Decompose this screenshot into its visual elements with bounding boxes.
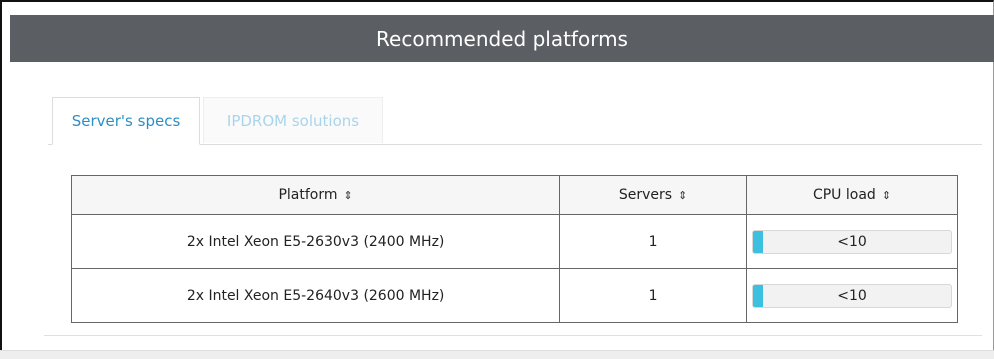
table-row: 2x Intel Xeon E5-2630v3 (2400 MHz) 1 <10 <box>70 214 958 269</box>
table-row: 2x Intel Xeon E5-2640v3 (2600 MHz) 1 <10 <box>70 268 958 323</box>
tab-label: Server's specs <box>71 112 181 130</box>
page-title: Recommended platforms <box>376 26 628 51</box>
column-header-label: Platform <box>278 187 338 203</box>
table-header-row: Platform ⇕ Servers ⇕ CPU load ⇕ <box>70 175 958 215</box>
tab-label: IPDROM solutions <box>226 111 360 130</box>
platforms-table: Platform ⇕ Servers ⇕ CPU load ⇕ 2x Intel Xe… <box>70 175 958 323</box>
cpu-load-bar: <10 <box>752 283 952 308</box>
content-divider <box>44 335 982 336</box>
servers-cell: 1 <box>559 268 747 323</box>
cpu-load-value: <10 <box>837 287 867 304</box>
column-header-label: Servers <box>618 187 673 203</box>
cpu-load-cell: <10 <box>746 268 958 323</box>
platform-cell: 2x Intel Xeon E5-2640v3 (2600 MHz) <box>70 268 561 323</box>
sort-icon[interactable]: ⇕ <box>678 189 687 202</box>
cpu-load-cell: <10 <box>746 214 958 269</box>
column-header-label: CPU load <box>812 187 876 203</box>
sort-icon[interactable]: ⇕ <box>882 189 891 202</box>
servers-cell: 1 <box>559 214 747 269</box>
platform-cell: 2x Intel Xeon E5-2630v3 (2400 MHz) <box>70 214 561 269</box>
sort-icon[interactable]: ⇕ <box>344 189 353 202</box>
tab-servers-specs[interactable]: Server's specs <box>52 97 200 145</box>
tab-bar: Server's specs IPDROM solutions <box>48 97 982 145</box>
column-header-platform[interactable]: Platform ⇕ <box>70 175 561 215</box>
page-header: Recommended platforms <box>10 15 994 62</box>
cpu-load-value: <10 <box>837 233 867 250</box>
cpu-load-bar: <10 <box>752 229 952 254</box>
column-header-cpu-load[interactable]: CPU load ⇕ <box>746 175 958 215</box>
column-header-servers[interactable]: Servers ⇕ <box>559 175 747 215</box>
tab-ipdrom-solutions[interactable]: IPDROM solutions <box>203 97 383 143</box>
